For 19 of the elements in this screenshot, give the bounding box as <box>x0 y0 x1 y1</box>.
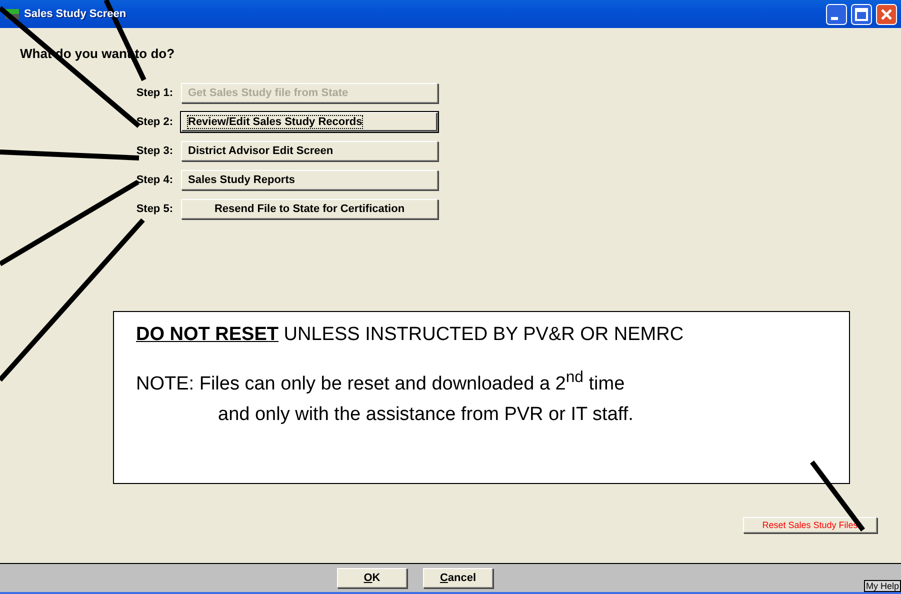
step-button[interactable]: District Advisor Edit Screen <box>181 141 438 161</box>
app-icon <box>4 6 20 22</box>
step-label: Step 2: <box>136 116 174 128</box>
close-button[interactable] <box>876 4 897 24</box>
minimize-button[interactable] <box>826 4 847 24</box>
step-label: Step 3: <box>136 145 174 157</box>
maximize-button[interactable] <box>851 4 872 24</box>
ok-button[interactable]: OK <box>337 568 407 588</box>
note-text: and only with the assistance from PVR or IT staff. <box>217 404 634 426</box>
step-label: Step 1: <box>136 87 174 99</box>
help-button[interactable]: My Help <box>864 580 901 592</box>
step-button[interactable]: Resend File to State for Certification <box>181 199 438 219</box>
cancel-button[interactable]: Cancel <box>423 568 493 588</box>
warning-text: DO NOT RESET UNLESS INSTRUCTED BY PV&R OR NEMRC <box>136 324 685 346</box>
step-button[interactable]: Review/Edit Sales Study Records <box>181 112 438 132</box>
step-label: Step 5: <box>136 203 174 215</box>
step-label: Step 4: <box>136 174 174 186</box>
step-button[interactable]: Sales Study Reports <box>181 170 438 190</box>
note-text: NOTE: Files can only be reset and downloaded a 2$^{nd}$ time <box>136 369 626 396</box>
